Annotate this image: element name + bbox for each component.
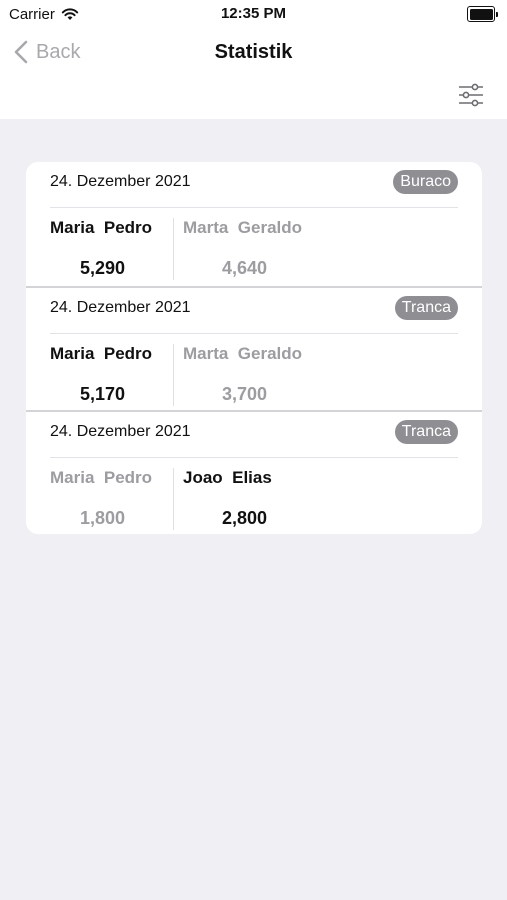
team-1: Maria Pedro 5,170	[50, 344, 172, 406]
team-1-score: 5,290	[80, 258, 126, 278]
sliders-icon	[459, 83, 483, 107]
team-2: Marta Geraldo 3,700	[173, 344, 374, 406]
team-1-names: Maria Pedro	[50, 218, 153, 237]
team-1-names: Maria Pedro	[50, 344, 153, 363]
team-1: Maria Pedro 1,800	[50, 468, 172, 530]
game-row[interactable]: 24. Dezember 2021 Tranca Maria Pedro 1,8…	[26, 410, 482, 534]
game-type-badge: Tranca	[394, 420, 458, 444]
team-1-names: Maria Pedro	[50, 468, 153, 487]
team-2-names: Marta Geraldo	[183, 344, 303, 363]
team-1: Maria Pedro 5,290	[50, 218, 172, 280]
game-date: 24. Dezember 2021	[50, 299, 191, 316]
statistics-card: 24. Dezember 2021 Buraco Maria Pedro 5,2…	[26, 162, 482, 534]
page-title: Statistik	[214, 41, 293, 63]
team-1-score: 5,170	[80, 384, 126, 404]
game-type-badge: Buraco	[393, 170, 458, 194]
filter-button[interactable]	[457, 82, 485, 108]
header-area: Carrier 12:35 PM Back Statistik	[0, 0, 507, 119]
team-2-names: Marta Geraldo	[183, 218, 303, 237]
status-time: 12:35 PM	[220, 5, 287, 22]
row-divider	[50, 457, 458, 458]
battery-icon	[467, 6, 498, 22]
team-2: Joao Elias 2,800	[173, 468, 374, 530]
game-date: 24. Dezember 2021	[50, 423, 191, 440]
team-2-score: 3,700	[222, 384, 268, 404]
game-row[interactable]: 24. Dezember 2021 Buraco Maria Pedro 5,2…	[26, 162, 482, 286]
team-1-score: 1,800	[80, 508, 126, 528]
game-row[interactable]: 24. Dezember 2021 Tranca Maria Pedro 5,1…	[26, 286, 482, 410]
team-2-score: 4,640	[222, 258, 268, 278]
row-divider	[50, 207, 458, 208]
game-date: 24. Dezember 2021	[50, 173, 191, 190]
team-2: Marta Geraldo 4,640	[173, 218, 374, 280]
team-2-names: Joao Elias	[183, 468, 272, 487]
row-divider	[50, 333, 458, 334]
game-type-badge: Tranca	[394, 296, 458, 320]
team-2-score: 2,800	[222, 508, 268, 528]
